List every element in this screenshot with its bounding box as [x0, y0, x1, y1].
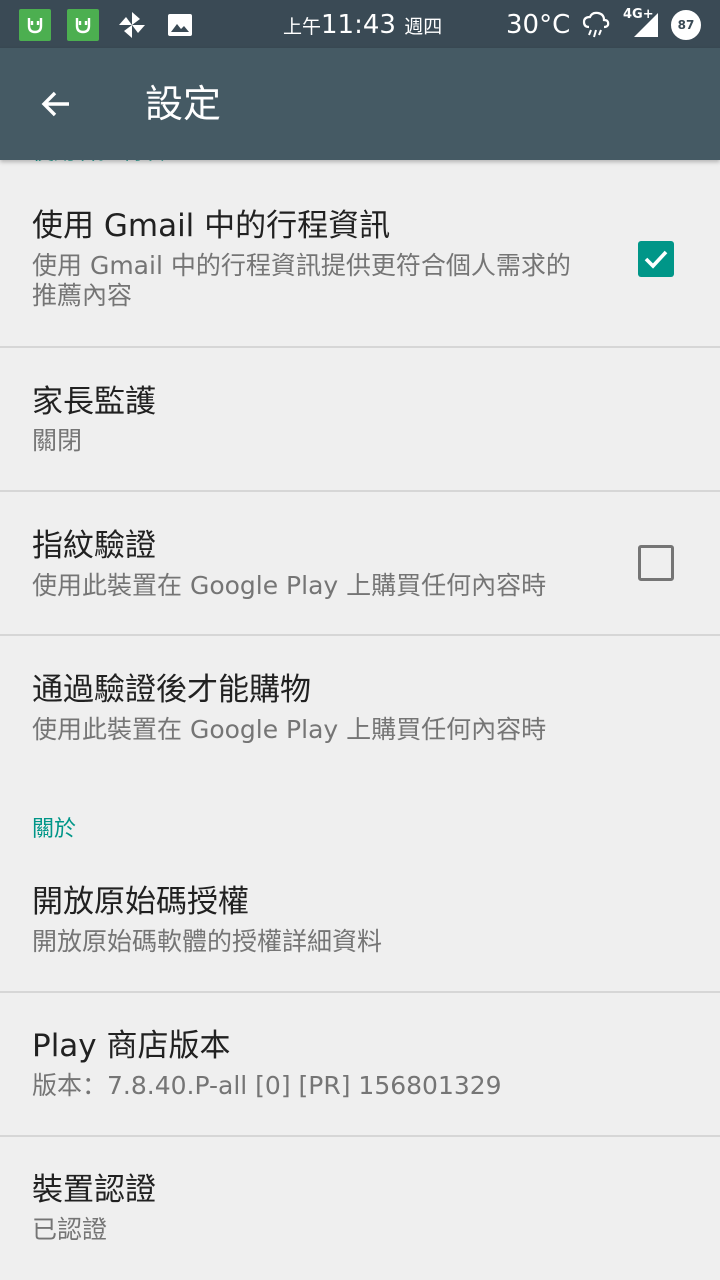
setting-title: 指紋驗證	[32, 528, 156, 564]
check-icon	[644, 250, 668, 269]
temperature: 30°C	[506, 10, 571, 40]
setting-title: 家長監護	[32, 384, 156, 420]
setting-require-auth-purchases[interactable]: 通過驗證後才能購物 使用此裝置在 Google Play 上購買任何內容時	[0, 636, 720, 776]
mi-app-icon	[67, 9, 99, 41]
weekday: 週四	[404, 16, 443, 38]
setting-subtitle: 已認證	[32, 1215, 108, 1244]
battery-icon: 87	[671, 10, 701, 40]
weather-icon	[580, 9, 612, 41]
setting-subtitle: 使用 Gmail 中的行程資訊提供更符合個人需求的推薦內容	[32, 251, 571, 310]
time-prefix: 上午	[283, 16, 322, 38]
setting-subtitle: 使用此裝置在 Google Play 上購買任何內容時	[32, 571, 547, 600]
time: 11:43	[321, 10, 396, 40]
setting-fingerprint-auth[interactable]: 指紋驗證 使用此裝置在 Google Play 上購買任何內容時	[0, 492, 720, 634]
app-toolbar: 設定	[0, 48, 720, 160]
setting-title: 開放原始碼授權	[32, 884, 249, 920]
setting-open-source-licenses[interactable]: 開放原始碼授權 開放原始碼軟體的授權詳細資料	[0, 850, 720, 992]
clock: 上午11:43 週四	[283, 8, 442, 44]
setting-parental-controls[interactable]: 家長監護 關閉	[0, 348, 720, 490]
setting-title: 通過驗證後才能購物	[32, 672, 311, 708]
setting-gmail-itinerary[interactable]: 使用 Gmail 中的行程資訊 使用 Gmail 中的行程資訊提供更符合個人需求…	[0, 160, 720, 346]
setting-subtitle: 版本：7.8.40.P-all [0] [PR] 156801329	[32, 1071, 502, 1100]
settings-list[interactable]: 使用者控制項 使用 Gmail 中的行程資訊 使用 Gmail 中的行程資訊提供…	[0, 160, 720, 1280]
mi-app-icon	[19, 9, 51, 41]
arrow-back-icon	[41, 91, 69, 117]
status-bar: 上午11:43 週四 30°C 4G+ 87	[0, 0, 720, 48]
setting-play-store-version[interactable]: Play 商店版本 版本：7.8.40.P-all [0] [PR] 15680…	[0, 993, 720, 1135]
setting-title: 裝置認證	[32, 1172, 156, 1208]
setting-title: Play 商店版本	[32, 1028, 231, 1064]
section-header-about: 關於	[32, 817, 77, 842]
signal-icon: 4G+	[622, 7, 662, 41]
setting-subtitle: 關閉	[32, 426, 83, 455]
image-icon	[164, 9, 196, 41]
setting-subtitle: 使用此裝置在 Google Play 上購買任何內容時	[32, 715, 547, 744]
page-title: 設定	[145, 82, 222, 126]
setting-device-certification[interactable]: 裝置認證 已認證	[0, 1137, 720, 1280]
setting-title: 使用 Gmail 中的行程資訊	[32, 208, 391, 244]
pinwheel-icon	[116, 9, 148, 41]
gmail-itinerary-checkbox[interactable]	[638, 241, 674, 277]
fingerprint-checkbox[interactable]	[638, 545, 674, 581]
back-button[interactable]	[24, 72, 88, 136]
setting-subtitle: 開放原始碼軟體的授權詳細資料	[32, 927, 383, 956]
